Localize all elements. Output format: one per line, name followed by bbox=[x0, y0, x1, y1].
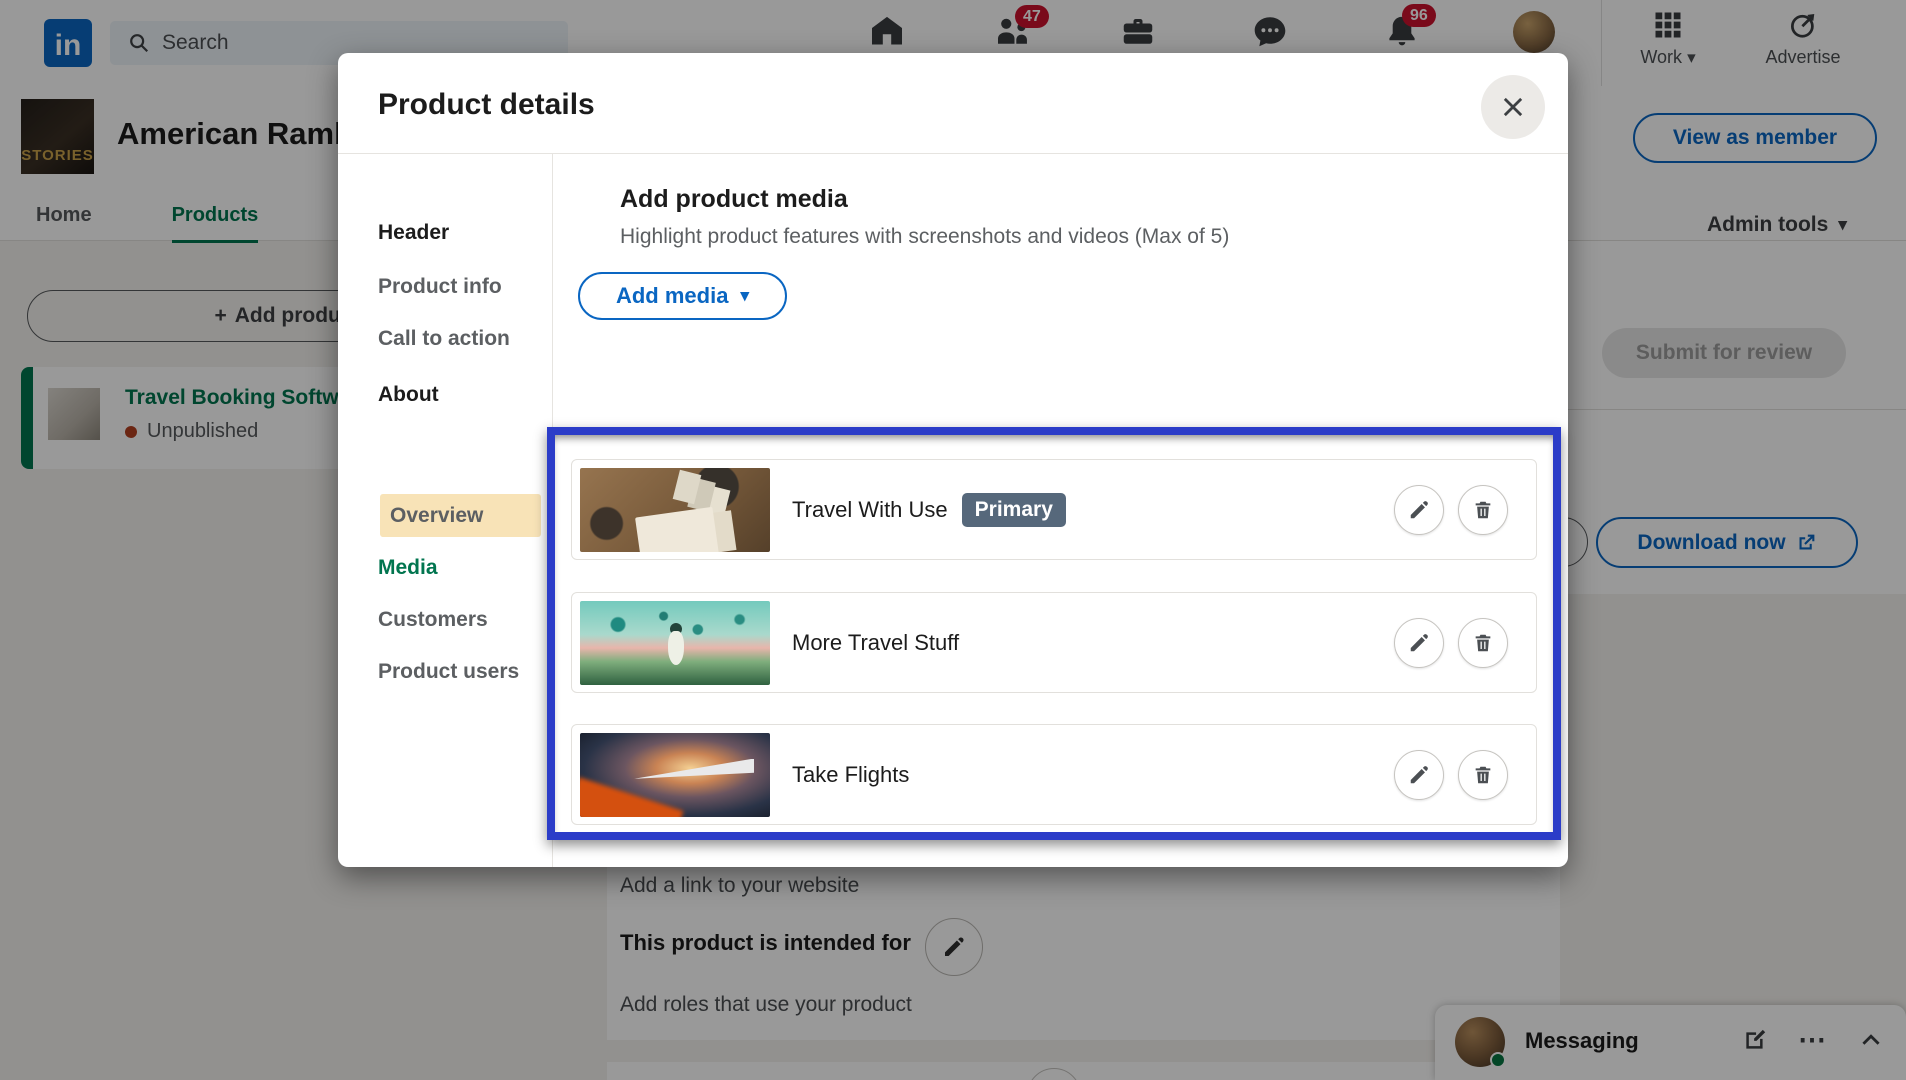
add-media-label: Add media bbox=[616, 283, 728, 309]
trash-icon bbox=[1472, 499, 1494, 521]
delete-media-button[interactable] bbox=[1458, 750, 1508, 800]
product-details-modal: Product details Header Product info Call… bbox=[338, 53, 1568, 867]
media-thumbnail bbox=[580, 601, 770, 685]
sidebar-section-about: About bbox=[378, 383, 439, 407]
edit-media-button[interactable] bbox=[1394, 750, 1444, 800]
primary-badge: Primary bbox=[962, 493, 1066, 527]
delete-media-button[interactable] bbox=[1458, 618, 1508, 668]
pencil-icon bbox=[1408, 499, 1430, 521]
add-media-button[interactable]: Add media ▾ bbox=[578, 272, 787, 320]
media-thumbnail bbox=[580, 733, 770, 817]
media-row-travel-with-use: Travel With Use Primary bbox=[571, 459, 1537, 560]
edit-media-button[interactable] bbox=[1394, 618, 1444, 668]
delete-media-button[interactable] bbox=[1458, 485, 1508, 535]
sidebar-item-product-info[interactable]: Product info bbox=[378, 275, 502, 299]
sidebar-item-call-to-action[interactable]: Call to action bbox=[378, 327, 510, 351]
close-icon bbox=[1499, 93, 1527, 121]
add-media-caret-icon: ▾ bbox=[740, 286, 749, 306]
media-title: Travel With Use bbox=[792, 497, 948, 523]
pencil-icon bbox=[1408, 764, 1430, 786]
modal-content: Add product media Highlight product feat… bbox=[554, 153, 1568, 867]
linkedin-app: in 47 96 Work ▾ Advertise bbox=[0, 0, 1906, 1080]
media-row-more-travel-stuff: More Travel Stuff bbox=[571, 592, 1537, 693]
sidebar-item-customers[interactable]: Customers bbox=[378, 608, 488, 632]
sidebar-item-product-users[interactable]: Product users bbox=[378, 660, 519, 684]
sidebar-section-header: Header bbox=[378, 221, 449, 245]
media-thumbnail bbox=[580, 468, 770, 552]
media-section-heading: Add product media bbox=[620, 185, 848, 214]
trash-icon bbox=[1472, 764, 1494, 786]
trash-icon bbox=[1472, 632, 1494, 654]
sidebar-item-media[interactable]: Media bbox=[378, 556, 438, 580]
modal-title: Product details bbox=[378, 88, 595, 122]
media-title: Take Flights bbox=[792, 762, 909, 788]
edit-media-button[interactable] bbox=[1394, 485, 1444, 535]
media-row-take-flights: Take Flights bbox=[571, 724, 1537, 825]
close-button[interactable] bbox=[1481, 75, 1545, 139]
modal-sidebar: Header Product info Call to action About… bbox=[338, 153, 553, 867]
sidebar-item-overview[interactable]: Overview bbox=[390, 504, 483, 528]
media-title: More Travel Stuff bbox=[792, 630, 959, 656]
pencil-icon bbox=[1408, 632, 1430, 654]
media-section-subheading: Highlight product features with screensh… bbox=[620, 225, 1229, 249]
annotation-highlight-box: Travel With Use Primary More Travel Stuf… bbox=[547, 427, 1561, 840]
